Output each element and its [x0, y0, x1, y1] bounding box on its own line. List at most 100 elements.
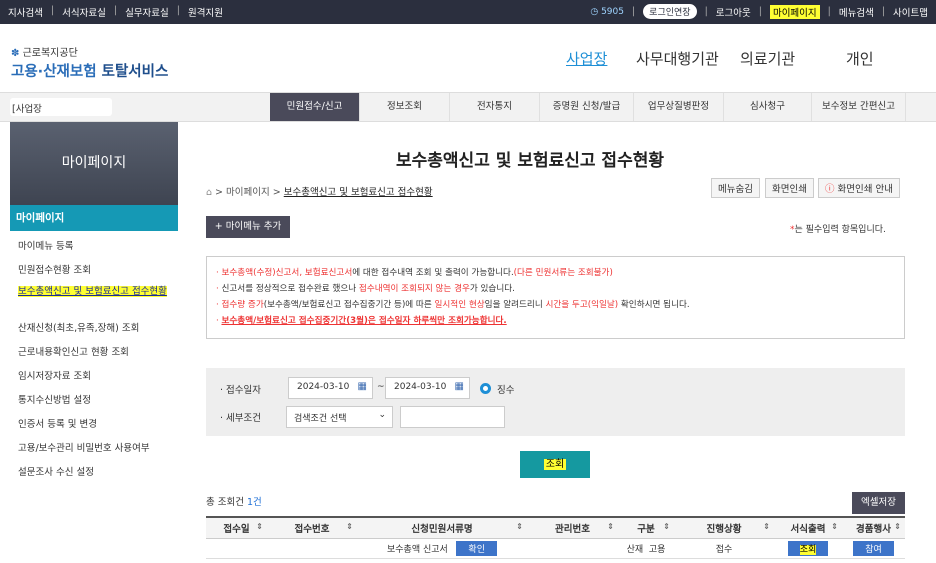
remote-support-link[interactable]: 원격지원 [188, 5, 223, 19]
sort-icon: ⇕ [346, 522, 353, 531]
notice-line-2: · 신고서를 정상적으로 접수완료 했으나 접수내역이 조회되지 않는 경우가 … [216, 284, 515, 294]
cell-print: 조회 [774, 538, 842, 559]
site-header: ✽ 근로복지공단 고용·산재보험 토탈서비스 사업장 사무대행기관 의료기관 개… [0, 24, 936, 90]
sort-icon: ⇕ [256, 522, 263, 531]
forms-library-link[interactable]: 서식자료실 [62, 5, 106, 19]
col-type[interactable]: 구분 ⇕ [618, 516, 674, 539]
calendar-icon[interactable]: ▦ [358, 381, 367, 392]
breadcrumb-current: 보수총액신고 및 보험료신고 접수현황 [283, 187, 433, 198]
service-name-accent: 고용·산재보험 [11, 64, 97, 80]
col-event[interactable]: 경품행사 ⇕ [842, 516, 905, 539]
cell-mgmt-no [527, 538, 618, 559]
separator: | [704, 6, 708, 17]
logo-mark-icon: ✽ [11, 48, 20, 59]
sidebar-item-password[interactable]: 고용/보수관리 비밀번호 사용여부 [10, 435, 178, 459]
gnb-info-lookup[interactable]: 정보조회 [360, 93, 450, 121]
condition-select[interactable]: 검색조건 선택 ⌄ [286, 406, 393, 428]
query-button[interactable]: 조회 [520, 451, 590, 478]
collection-radio-label: 징수 [497, 385, 515, 396]
print-guide-button[interactable]: ⓘ 화면인쇄 안내 [818, 178, 901, 198]
condition-text-input[interactable] [400, 406, 505, 428]
practice-library-link[interactable]: 실무자료실 [125, 5, 169, 19]
logout-link[interactable]: 로그아웃 [716, 5, 751, 19]
col-print[interactable]: 서식출력 ⇕ [774, 516, 842, 539]
separator: | [176, 5, 180, 16]
sidebar-item-notice-method[interactable]: 통지수신방법 설정 [10, 387, 178, 411]
nav-workplace[interactable]: 사업장 [566, 48, 607, 69]
cell-receipt-date [206, 538, 267, 559]
breadcrumb-mypage[interactable]: 마이페이지 [226, 187, 270, 198]
sidebar-item-report-status[interactable]: 보수총액신고 및 보험료신고 접수현황 [10, 281, 178, 315]
org-logo[interactable]: ✽ 근로복지공단 [11, 44, 78, 59]
separator: | [881, 6, 886, 17]
notice-line-3: · 접수량 증가(보수총액/보험료신고 접수집중기간 등)에 따른 일시적인 현… [216, 300, 690, 310]
sidebar-item-survey[interactable]: 설문조사 수신 설정 [10, 459, 178, 483]
gnb-appeal[interactable]: 심사청구 [724, 93, 812, 121]
doc-name-text: 보수총액 신고서 [387, 544, 448, 555]
cell-doc-name: 보수총액 신고서 확인 [357, 538, 527, 559]
gnb-simple-report[interactable]: 보수정보 간편신고 [812, 93, 906, 121]
sidebar-item-my-menu[interactable]: 마이메뉴 등록 [10, 233, 178, 257]
home-icon[interactable]: ⌂ [206, 187, 212, 198]
top-utility-bar: 지사검색 | 서식자료실 | 실무자료실 | 원격지원 ◷ 5905 | 로그인연장 … [0, 0, 936, 24]
col-mgmt-no[interactable]: 관리번호 ⇕ [527, 516, 618, 539]
sidebar-item-label: 보수총액신고 및 보험료신고 접수현황 [18, 286, 167, 297]
sort-icon: ⇕ [663, 522, 670, 531]
type-accident: 산재 [626, 544, 644, 555]
separator: | [758, 6, 762, 17]
nav-agency[interactable]: 사무대행기관 [636, 48, 719, 69]
total-count: 총 조회건 1건 [206, 494, 262, 508]
sidebar-item-certificate[interactable]: 인증서 등록 및 변경 [10, 411, 178, 435]
global-nav-bar: [사업장 민원접수/신고 정보조회 전자통지 증명원 신청/발급 업무상질병판정… [0, 92, 936, 122]
separator: | [50, 5, 55, 16]
date-to-input[interactable]: 2024-03-10 ▦ [385, 377, 470, 399]
print-button[interactable]: 화면인쇄 [765, 178, 814, 198]
mypage-link[interactable]: 마이페이지 [769, 4, 820, 19]
calendar-icon[interactable]: ▦ [455, 381, 464, 392]
col-receipt-date[interactable]: 접수일 ⇕ [206, 516, 267, 539]
sitemap-link[interactable]: 사이트맵 [893, 5, 928, 19]
col-receipt-no[interactable]: 접수번호 ⇕ [267, 516, 357, 539]
gnb-civil-petition[interactable]: 민원접수/신고 [270, 93, 360, 121]
search-panel: · 접수일자 2024-03-10 ▦ ~ 2024-03-10 ▦ 징수 · 세부… [206, 368, 905, 436]
session-timer-value: 5905 [601, 6, 624, 17]
sidebar-item-temp-saved[interactable]: 임시저장자료 조회 [10, 363, 178, 387]
excel-save-button[interactable]: 엑셀저장 [852, 492, 905, 514]
page-title: 보수총액신고 및 보험료신고 접수현황 [396, 151, 664, 171]
required-note-text: 는 필수입력 항목입니다. [794, 225, 886, 235]
col-status[interactable]: 진행상황 ⇕ [674, 516, 774, 539]
gnb-e-notice[interactable]: 전자통지 [450, 93, 540, 121]
nav-medical[interactable]: 의료기관 [740, 48, 795, 69]
add-my-menu-button[interactable]: + 마이메뉴 추가 [206, 216, 290, 238]
sidebar-item-work-confirm[interactable]: 근로내용확인신고 현황 조회 [10, 339, 178, 363]
notice-line-1: · 보수총액(수정)신고서, 보험료신고서에 대한 접수내역 조회 및 출력이 … [216, 268, 613, 278]
collection-radio[interactable] [480, 383, 491, 394]
sidebar-item-petition-status[interactable]: 민원접수현황 조회 [10, 257, 178, 281]
nav-personal[interactable]: 개인 [846, 48, 874, 69]
separator: | [631, 6, 636, 17]
col-doc-name[interactable]: 신청민원서류명 ⇕ [357, 516, 527, 539]
sidebar: 마이페이지 마이페이지 마이메뉴 등록 민원접수현황 조회 보수총액신고 및 보… [10, 122, 178, 563]
date-from-value: 2024-03-10 [297, 382, 350, 392]
condition-select-value: 검색조건 선택 [294, 414, 347, 424]
workplace-selector[interactable]: [사업장 [10, 98, 112, 116]
date-from-input[interactable]: 2024-03-10 ▦ [288, 377, 373, 399]
notice-line-4: · 보수총액/보험료신고 접수집중기간(3월)은 접수일자 하루씩만 조회가능합… [216, 316, 507, 326]
notice-box: · 보수총액(수정)신고서, 보험료신고서에 대한 접수내역 조회 및 출력이 … [206, 256, 905, 339]
service-name: 토탈서비스 [96, 64, 169, 80]
event-join-button[interactable]: 참여 [853, 540, 894, 556]
branch-search-link[interactable]: 지사검색 [8, 5, 43, 19]
login-extend-button[interactable]: 로그인연장 [643, 4, 697, 19]
total-label: 총 조회건 [206, 497, 247, 508]
gnb-disease-judgment[interactable]: 업무상질병판정 [634, 93, 724, 121]
alert-icon: ⓘ [825, 184, 835, 195]
sort-icon: ⇕ [894, 522, 901, 531]
service-logo[interactable]: 고용·산재보험 토탈서비스 [11, 60, 168, 81]
sidebar-item-accident-claim[interactable]: 산재신청(최초,유족,장해) 조회 [10, 315, 178, 339]
confirm-button[interactable]: 확인 [456, 540, 497, 556]
print-query-button[interactable]: 조회 [787, 540, 829, 556]
menu-search-link[interactable]: 메뉴검색 [839, 5, 874, 19]
results-table: 접수일 ⇕ 접수번호 ⇕ 신청민원서류명 ⇕ 관리번호 ⇕ 구분 ⇕ 진행상황 ⇕ 서식출력… [206, 516, 905, 559]
hide-menu-button[interactable]: 메뉴숨김 [711, 178, 760, 198]
gnb-certificate[interactable]: 증명원 신청/발급 [540, 93, 634, 121]
